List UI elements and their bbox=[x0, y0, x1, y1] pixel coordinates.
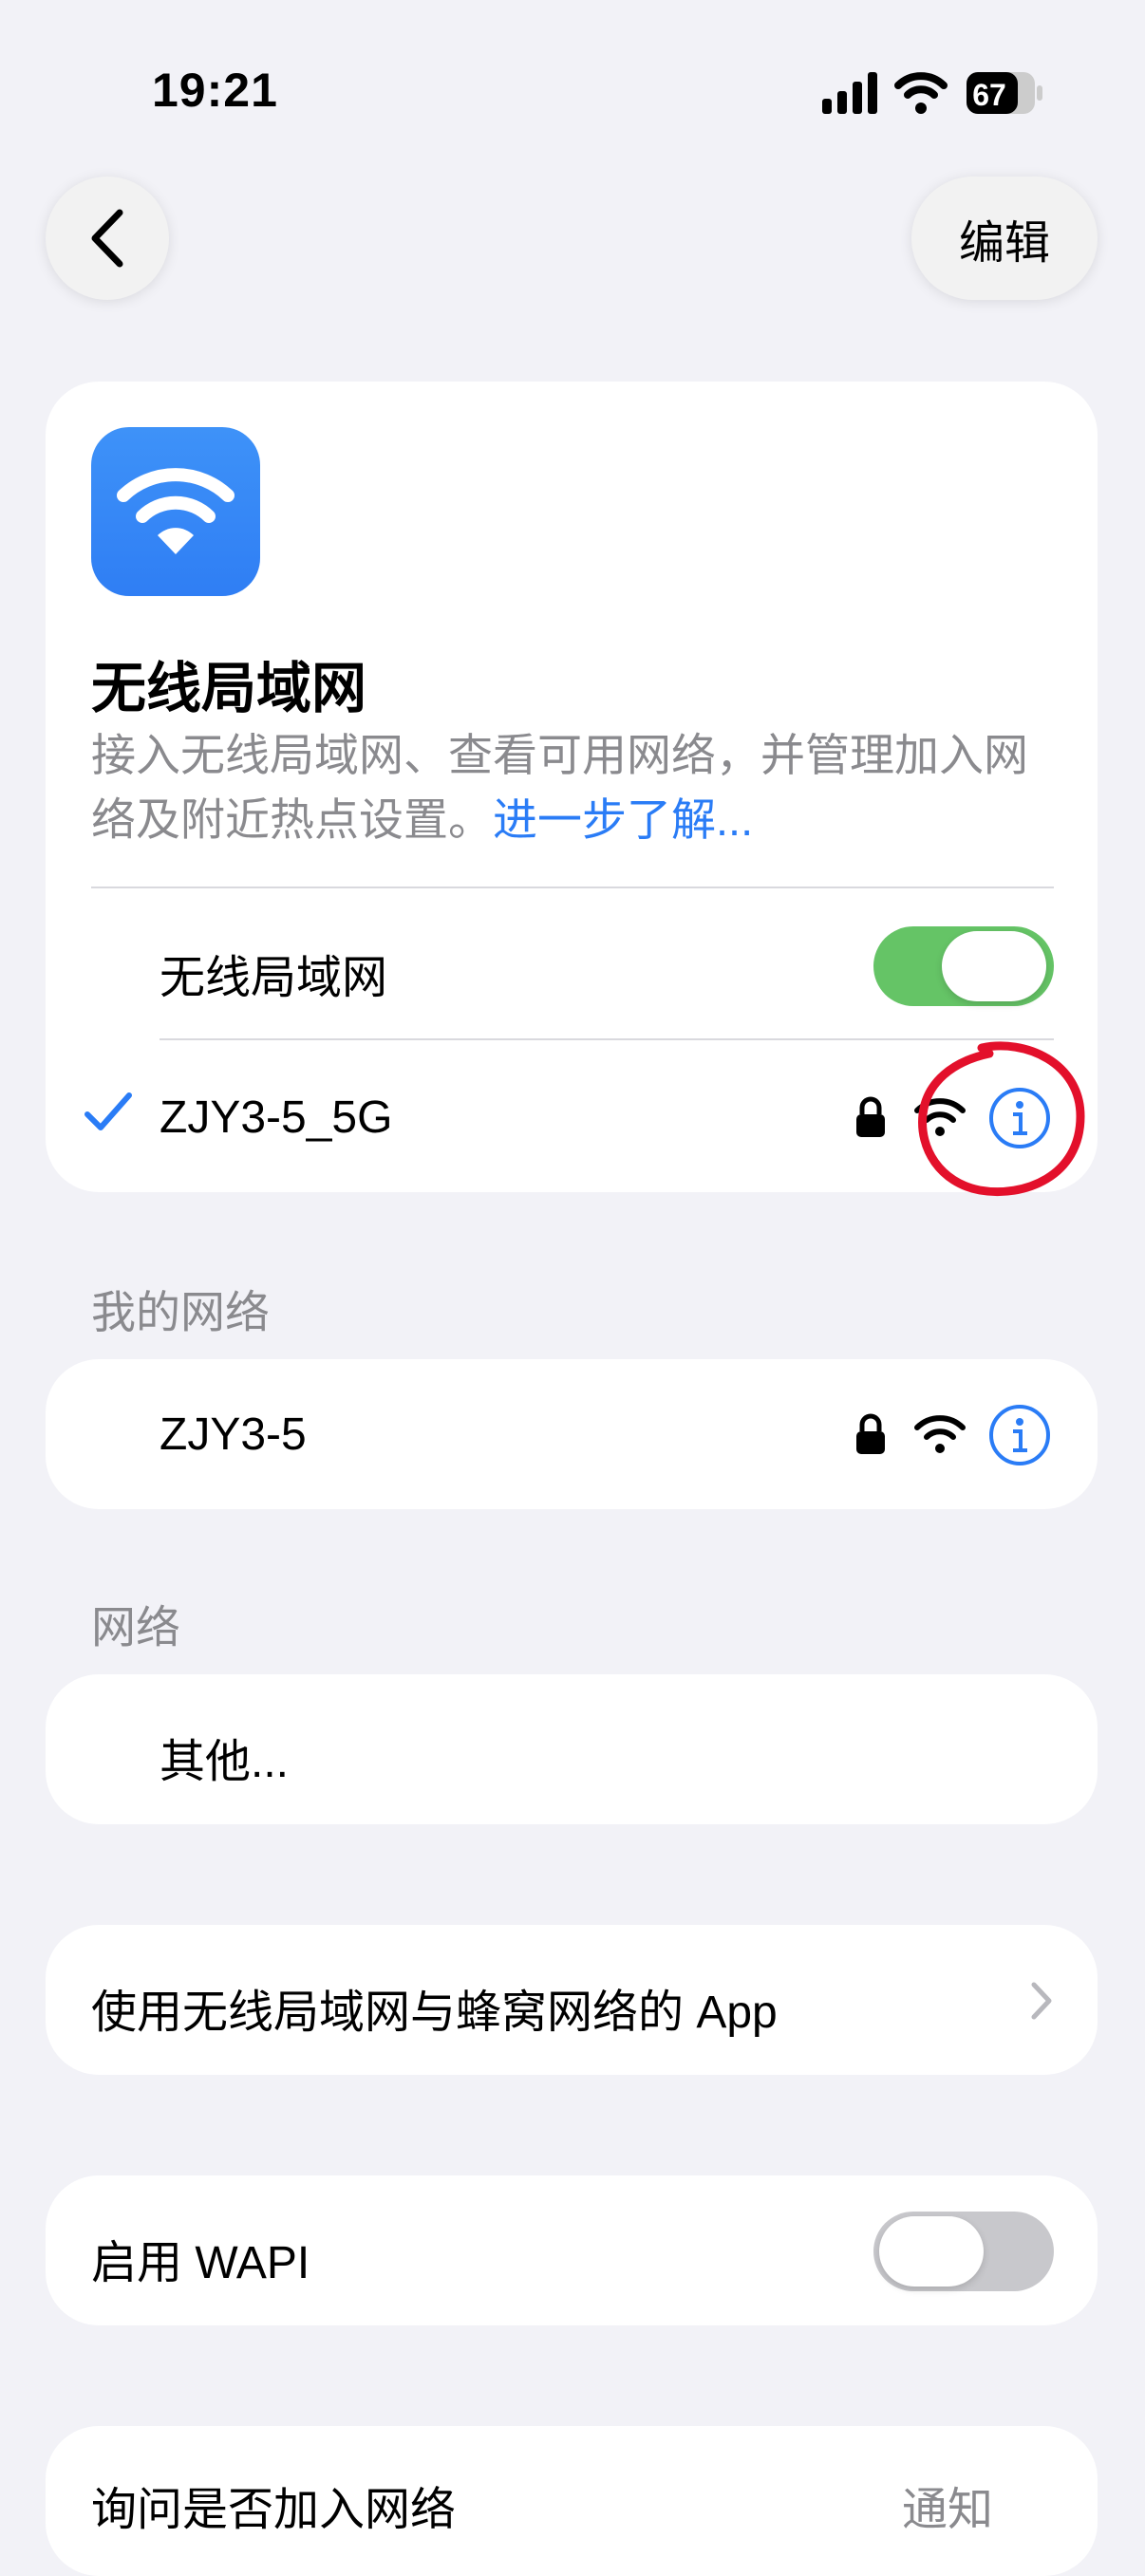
back-button[interactable] bbox=[46, 177, 169, 300]
networks-header: 网络 bbox=[91, 1602, 180, 1652]
ask-join-value: 通知 bbox=[902, 2485, 994, 2535]
wifi-signal-icon bbox=[914, 1415, 966, 1453]
status-time: 19:21 bbox=[152, 64, 278, 117]
battery-icon: 67 bbox=[967, 72, 1042, 114]
wifi-status-icon bbox=[894, 72, 948, 114]
wifi-toggle-label: 无线局域网 bbox=[160, 953, 388, 1003]
toggle-knob bbox=[942, 931, 1046, 1001]
my-networks-header: 我的网络 bbox=[91, 1287, 270, 1337]
battery-level: 67 bbox=[972, 78, 1006, 112]
wapi-toggle[interactable] bbox=[873, 2212, 1054, 2291]
page-description: 接入无线局域网、查看可用网络，并管理加入网络及附近热点设置。进一步了解... bbox=[91, 723, 1069, 852]
network-name[interactable]: ZJY3-5 bbox=[160, 1409, 307, 1461]
divider bbox=[91, 887, 1054, 888]
chevron-right-icon bbox=[1031, 1982, 1052, 2020]
info-icon[interactable] bbox=[987, 1403, 1052, 1467]
learn-more-link[interactable]: 进一步了解... bbox=[493, 794, 753, 845]
other-network-label[interactable]: 其他... bbox=[160, 1724, 289, 1790]
edit-button[interactable]: 编辑 bbox=[911, 177, 1098, 300]
checkmark-icon bbox=[84, 1092, 132, 1130]
annotation-circle bbox=[918, 1041, 1085, 1197]
ask-join-label[interactable]: 询问是否加入网络 bbox=[91, 2472, 456, 2538]
toggle-knob bbox=[879, 2216, 984, 2287]
connected-network-name[interactable]: ZJY3-5_5G bbox=[160, 1092, 392, 1144]
wifi-icon bbox=[117, 468, 235, 554]
cellular-signal-icon bbox=[822, 72, 877, 114]
wifi-toggle[interactable] bbox=[873, 926, 1054, 1006]
lock-icon bbox=[856, 1096, 885, 1137]
lock-icon bbox=[856, 1413, 885, 1454]
wifi-app-icon bbox=[91, 427, 260, 596]
status-icons: 67 bbox=[822, 72, 1042, 114]
page-title: 无线局域网 bbox=[91, 658, 367, 719]
apps-row-label[interactable]: 使用无线局域网与蜂窝网络的 App bbox=[91, 1974, 778, 2041]
wapi-label: 启用 WAPI bbox=[91, 2238, 310, 2288]
chevron-left-icon bbox=[91, 209, 123, 268]
